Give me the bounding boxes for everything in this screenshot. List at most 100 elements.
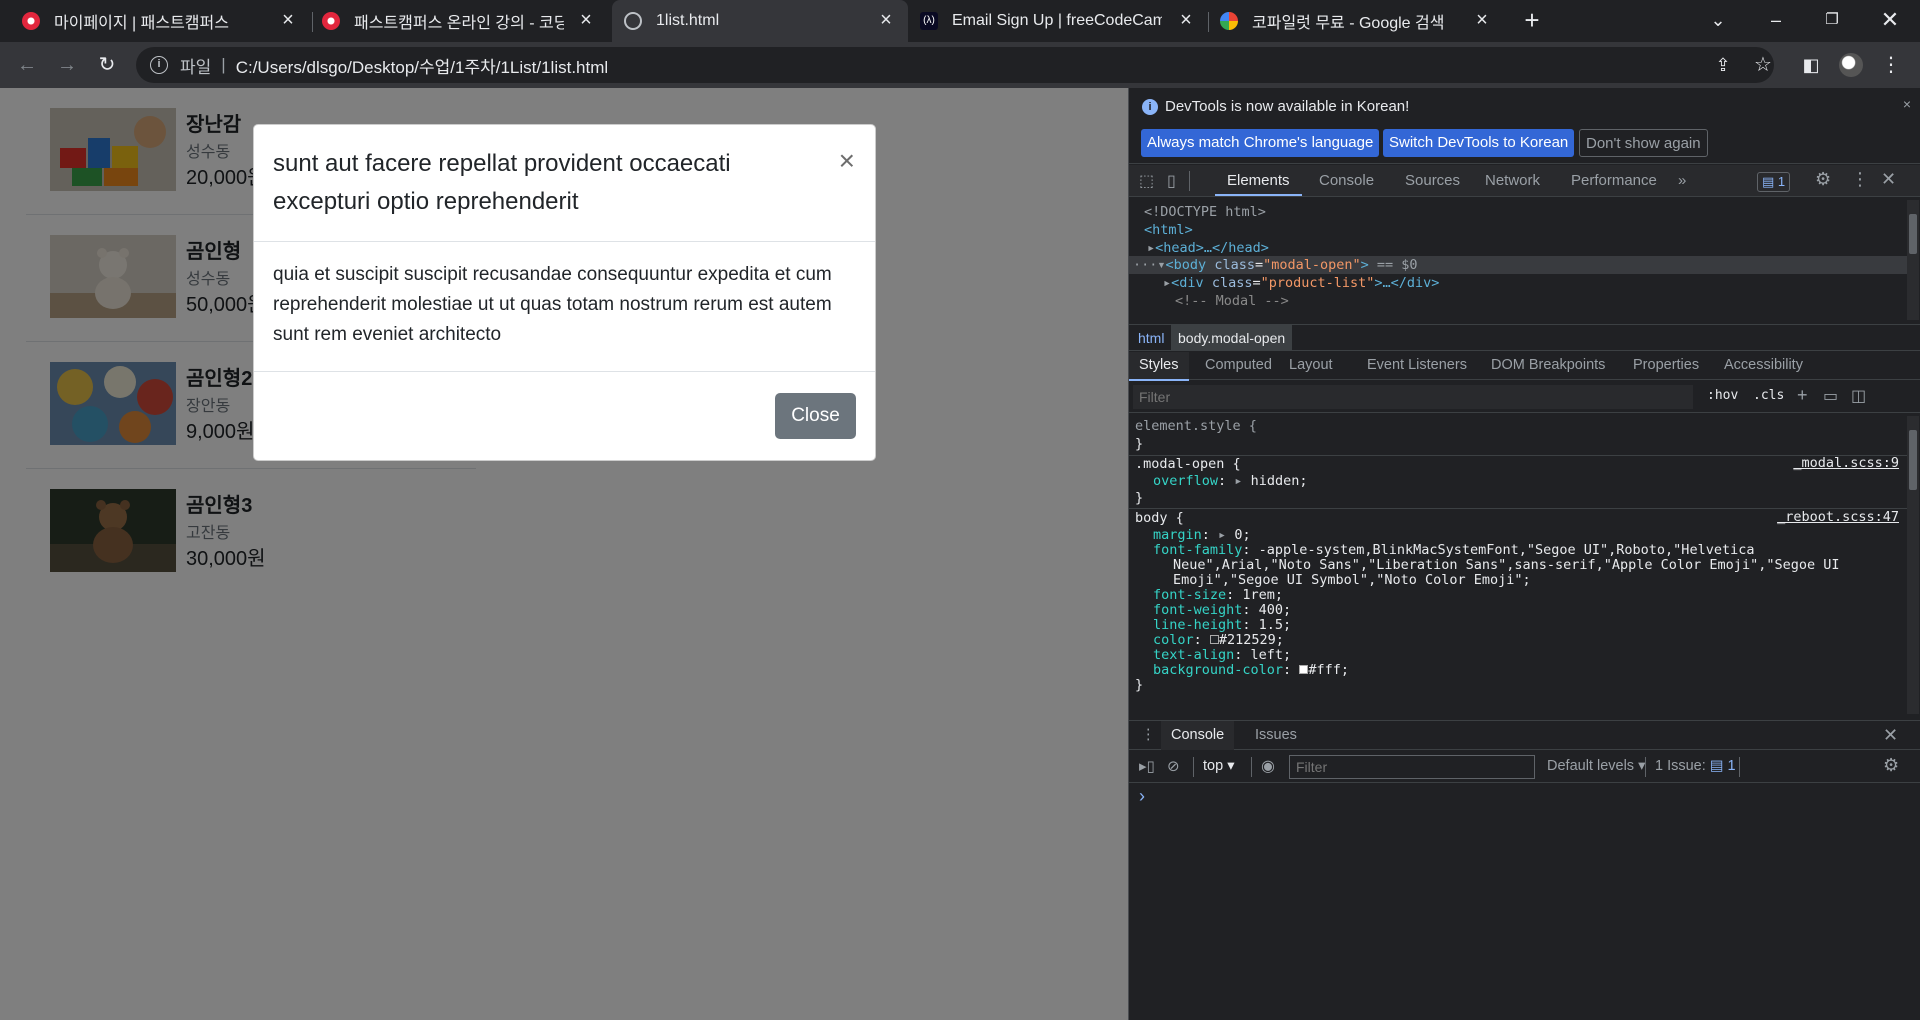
color-swatch[interactable] [1299,665,1309,674]
breadcrumb-html[interactable]: html [1138,325,1164,351]
restore-icon[interactable]: ❐ [1818,8,1846,32]
profile-avatar[interactable] [1838,53,1864,77]
clear-console-icon[interactable]: ⊘ [1167,757,1180,775]
body-selector[interactable]: body { [1135,509,1184,527]
dom-head[interactable]: ▸<head>…</head> [1147,239,1269,257]
dom-tree: <!DOCTYPE html> <html> ▸<head>…</head> ·… [1129,198,1920,324]
toolbar-divider [1189,171,1190,191]
close-tab-icon[interactable]: × [278,10,298,30]
cls-toggle[interactable]: .cls [1753,388,1784,403]
styles-filter-input[interactable] [1133,385,1693,409]
tab-sources[interactable]: Sources [1405,166,1460,196]
css-value[interactable]: #fff; [1308,662,1349,678]
bookmark-star-icon[interactable]: ☆ [1750,53,1776,77]
info-icon[interactable]: i [150,56,168,74]
tab-search-chevron-icon[interactable]: ⌄ [1704,8,1732,32]
dont-show-again-button[interactable]: Don't show again [1579,129,1708,157]
new-style-rule-icon[interactable]: + [1797,385,1808,406]
styles-tabs: Styles Computed Layout Event Listeners D… [1129,352,1920,381]
share-icon[interactable]: ⇪ [1710,53,1736,77]
switch-korean-button[interactable]: Switch DevTools to Korean [1383,129,1575,157]
dom-div[interactable]: ▸<div class="product-list">…</div> [1163,274,1439,292]
context-selector[interactable]: top ▾ [1203,758,1234,774]
notice-close-icon[interactable]: × [1903,96,1911,112]
css-value[interactable]: hidden; [1251,473,1308,489]
tab-computed[interactable]: Computed [1205,352,1272,379]
devtools-menu-icon[interactable]: ⋮ [1851,169,1869,190]
dom-comment: <!-- Modal --> [1175,293,1289,309]
side-panel-icon[interactable]: ◧ [1798,53,1824,77]
tab-network[interactable]: Network [1485,166,1540,196]
tab-performance[interactable]: Performance [1571,166,1657,196]
tab-dom-breakpoints[interactable]: DOM Breakpoints [1491,352,1605,379]
browser-tab-active[interactable]: 1list.html × [612,0,908,42]
toolbar-divider [1251,757,1252,777]
styles-scrollbar[interactable] [1907,416,1919,714]
tab-title: 1list.html [656,12,720,29]
element-style-rule[interactable]: element.style { [1135,417,1257,435]
sidebar-toggle-icon[interactable]: ▸▯ [1139,757,1155,775]
console-settings-icon[interactable]: ⚙ [1883,755,1899,776]
css-property[interactable]: overflow [1153,473,1218,489]
inspect-element-icon[interactable]: ⬚ [1139,171,1154,191]
new-tab-button[interactable]: + [1518,7,1546,33]
breadcrumb-body[interactable]: body.modal-open [1171,325,1293,351]
close-tab-icon[interactable]: × [576,10,596,30]
close-tab-icon[interactable]: × [876,10,896,30]
modal-open-selector[interactable]: .modal-open { [1135,455,1241,473]
drawer-tab-console[interactable]: Console [1161,721,1235,750]
modal-close-button[interactable]: Close [775,393,856,439]
close-tab-icon[interactable]: × [1176,10,1196,30]
dom-attr: class [1214,257,1255,273]
tab-layout[interactable]: Layout [1289,352,1333,379]
devtools-panel: i DevTools is now available in Korean! ×… [1128,88,1920,1020]
color-swatch[interactable] [1209,635,1219,644]
issues-badge[interactable]: ▤ 1 [1757,172,1791,192]
body-source-link[interactable]: _reboot.scss:47 [1777,509,1899,525]
minimize-icon[interactable]: – [1762,8,1790,32]
drawer-tab-issues[interactable]: Issues [1255,721,1297,750]
close-tab-icon[interactable]: × [1472,10,1492,30]
tab-console[interactable]: Console [1319,166,1374,196]
browser-tab[interactable]: 코파일럿 무료 - Google 검색 × [1208,0,1504,42]
menu-kebab-icon[interactable]: ⋮ [1878,53,1904,77]
modal-open-source-link[interactable]: _modal.scss:9 [1793,455,1899,471]
browser-tab[interactable]: (λ) Email Sign Up | freeCodeCamp.org × [908,0,1208,42]
settings-gear-icon[interactable]: ⚙ [1815,169,1831,190]
close-devtools-icon[interactable]: ✕ [1881,169,1896,190]
console-filter-input[interactable] [1289,755,1535,779]
more-tabs-icon[interactable]: » [1678,166,1686,196]
dom-html[interactable]: <html> [1144,221,1193,239]
back-icon[interactable]: ← [14,53,40,77]
browser-tab[interactable]: 패스트캠퍼스 온라인 강의 - 코딩 × [310,0,608,42]
dom-scrollbar[interactable] [1907,200,1919,320]
log-levels-dropdown[interactable]: Default levels ▾ [1547,758,1645,774]
modal-footer-divider [254,371,875,372]
tab-accessibility[interactable]: Accessibility [1724,352,1803,379]
device-toolbar-icon[interactable]: ▯ [1167,171,1176,191]
tab-properties[interactable]: Properties [1633,352,1699,379]
toggle-sidebar-icon[interactable]: ◫ [1851,386,1866,406]
close-window-icon[interactable]: ✕ [1876,8,1904,32]
reload-icon[interactable]: ↻ [94,53,120,77]
browser-tab[interactable]: 마이페이지 | 패스트캠퍼스 × [10,0,310,42]
console-output[interactable]: › [1129,784,1920,1020]
modal-header: sunt aut facere repellat provident occae… [254,125,875,242]
tab-elements[interactable]: Elements [1215,166,1302,196]
address-bar[interactable]: i 파일 | C:/Users/dlsgo/Desktop/수업/1주차/1Li… [136,47,1774,83]
match-language-button[interactable]: Always match Chrome's language [1141,129,1380,157]
browser-toolbar: ← → ↻ i 파일 | C:/Users/dlsgo/Desktop/수업/1… [0,42,1920,88]
forward-icon[interactable]: → [54,53,80,77]
drawer-menu-icon[interactable]: ⋮ [1141,721,1156,750]
url-text[interactable]: C:/Users/dlsgo/Desktop/수업/1주차/1List/1lis… [236,53,608,78]
issues-link[interactable]: 1 Issue: ▤ 1 [1655,758,1736,774]
eye-icon[interactable]: ◉ [1261,756,1275,776]
page-viewport: 장난감 성수동 20,000원 곰인형 성수동 50,000원 곰인형2 장안동… [0,88,1128,1020]
tab-styles[interactable]: Styles [1129,352,1189,381]
tab-event-listeners[interactable]: Event Listeners [1367,352,1467,379]
dom-body[interactable]: ···▾<body class="modal-open"> == $0 [1133,256,1418,274]
paint-roller-icon[interactable]: ▭ [1823,386,1838,406]
close-drawer-icon[interactable]: ✕ [1883,721,1898,750]
modal-close-icon[interactable]: × [839,147,855,175]
hov-toggle[interactable]: :hov [1707,388,1738,403]
